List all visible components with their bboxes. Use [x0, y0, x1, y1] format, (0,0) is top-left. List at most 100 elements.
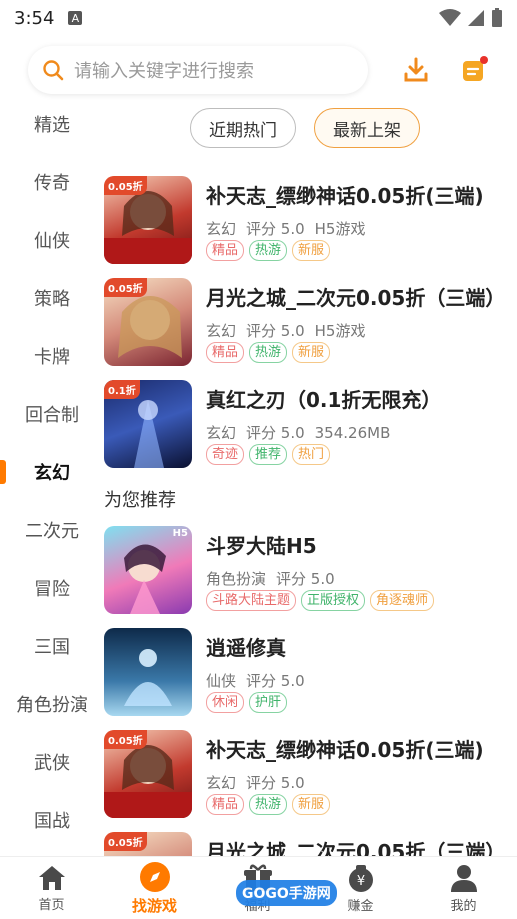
game-rating: 评分 5.0 [246, 424, 305, 442]
money-bag-icon: ¥ [348, 865, 373, 892]
filter-newest-button[interactable]: 最新上架 [314, 108, 420, 148]
sidebar-item[interactable]: 传奇 [0, 162, 104, 202]
game-rating: 评分 5.0 [246, 220, 305, 238]
tag: 精品 [206, 342, 245, 363]
nav-label: 找游戏 [131, 897, 177, 915]
game-list-item[interactable]: H5 斗罗大陆H5 角色扮演 评分 5.0 斗路大陆主题 正版授权 角逐魂师 [104, 526, 517, 618]
message-icon[interactable] [460, 54, 490, 84]
game-tags: 精品 热游 新服 [206, 240, 331, 261]
game-genre: 玄幻 [206, 424, 237, 442]
tag: 斗路大陆主题 [206, 590, 297, 611]
game-genre: 玄幻 [206, 220, 237, 238]
game-rating: 评分 5.0 [246, 672, 305, 690]
user-icon [450, 865, 477, 892]
game-list-item-partial[interactable]: 0.05折 月光之城_二次元0.05折（三端） [104, 832, 517, 856]
home-icon [38, 866, 65, 890]
recommend-section-title: 为您推荐 [104, 490, 176, 511]
game-tags: 精品 热游 新服 [206, 794, 331, 815]
discount-badge: 0.1折 [104, 380, 140, 399]
game-genre: 玄幻 [206, 774, 237, 792]
tag: 护肝 [249, 692, 288, 713]
discount-badge: 0.05折 [104, 278, 147, 297]
game-list-item[interactable]: 逍遥修真 仙侠 评分 5.0 休闲 护肝 [104, 628, 517, 720]
game-meta: 仙侠 评分 5.0 [206, 670, 315, 691]
status-time: 3:54 [14, 7, 55, 29]
tag: 热游 [249, 794, 288, 815]
game-thumbnail [104, 628, 192, 716]
game-list-item[interactable]: 0.1折 真红之刃（0.1折无限充） 玄幻 评分 5.0 354.26MB 奇迹 推… [104, 380, 517, 472]
game-tags: 休闲 护肝 [206, 692, 288, 713]
game-title: 月光之城_二次元0.05折（三端） [206, 840, 506, 856]
filter-recent-hot-button[interactable]: 近期热门 [190, 108, 296, 148]
search-input[interactable]: 请输入关键字进行搜索 [28, 46, 368, 94]
sidebar-item-active[interactable]: 玄幻 [0, 452, 104, 492]
tag: 新服 [292, 342, 331, 363]
game-info: 354.26MB [314, 424, 391, 442]
status-bar: 3:54 A [0, 0, 517, 36]
game-title: 逍遥修真 [206, 636, 286, 660]
game-rating: 评分 5.0 [276, 570, 335, 588]
svg-text:¥: ¥ [356, 874, 364, 889]
discount-badge: 0.05折 [104, 832, 147, 851]
status-right [439, 8, 503, 28]
search-placeholder: 请输入关键字进行搜索 [74, 61, 254, 82]
game-genre: 玄幻 [206, 322, 237, 340]
game-rating: 评分 5.0 [246, 774, 305, 792]
sidebar-item[interactable]: 仙侠 [0, 220, 104, 260]
sidebar-item[interactable]: 角色扮演 [0, 684, 104, 724]
sidebar-item[interactable]: 回合制 [0, 394, 104, 434]
game-title: 补天志_缥缈神话0.05折(三端) [206, 738, 484, 762]
sidebar-item[interactable]: 武侠 [0, 742, 104, 782]
tag: 热门 [292, 444, 331, 465]
game-meta: 玄幻 评分 5.0 H5游戏 [206, 320, 375, 341]
game-tags: 斗路大陆主题 正版授权 角逐魂师 [206, 590, 435, 611]
sidebar-item[interactable]: 精选 [0, 104, 104, 144]
game-tags: 精品 热游 新服 [206, 342, 331, 363]
search-row: 请输入关键字进行搜索 [0, 46, 517, 96]
game-thumbnail: H5 [104, 526, 192, 614]
game-art-icon [124, 649, 172, 706]
sidebar-item[interactable]: 二次元 [0, 510, 104, 550]
compass-icon [139, 862, 170, 892]
nav-home[interactable]: 首页 [0, 857, 103, 919]
sidebar-item[interactable]: 策略 [0, 278, 104, 318]
tag: 新服 [292, 794, 331, 815]
game-info: H5游戏 [314, 322, 366, 340]
download-icon[interactable] [402, 56, 430, 84]
nav-find-game[interactable]: 找游戏 [103, 857, 206, 919]
sidebar-item[interactable]: 国战 [0, 800, 104, 840]
game-list-item[interactable]: 0.05折 补天志_缥缈神话0.05折(三端) 玄幻 评分 5.0 H5游戏 精品 … [104, 176, 517, 268]
game-title: 真红之刃（0.1折无限充） [206, 388, 442, 412]
game-thumbnail: 0.05折 [104, 278, 192, 366]
nav-label: 首页 [38, 898, 65, 913]
nav-mine[interactable]: 我的 [412, 857, 515, 919]
game-title: 斗罗大陆H5 [206, 534, 317, 558]
game-rating: 评分 5.0 [246, 322, 305, 340]
category-sidebar: 精选 传奇 仙侠 策略 卡牌 回合制 玄幻 二次元 冒险 三国 角色扮演 武侠 … [0, 96, 104, 856]
signal-icon [468, 10, 484, 26]
watermark-logo: GOGO手游网 [236, 880, 337, 906]
tag: 热游 [249, 342, 288, 363]
notification-a-icon: A [68, 11, 83, 25]
game-title: 补天志_缥缈神话0.05折(三端) [206, 184, 484, 208]
game-list-item[interactable]: 0.05折 补天志_缥缈神话0.05折(三端) 玄幻 评分 5.0 精品 热游 新… [104, 730, 517, 822]
tag: 推荐 [249, 444, 288, 465]
tag: 精品 [206, 794, 245, 815]
sidebar-item[interactable]: 三国 [0, 626, 104, 666]
game-list-item[interactable]: 0.05折 月光之城_二次元0.05折（三端） 玄幻 评分 5.0 H5游戏 精品 … [104, 278, 517, 370]
game-thumbnail: 0.05折 [104, 832, 192, 856]
tag: 精品 [206, 240, 245, 261]
filter-tabs: 近期热门 最新上架 [190, 108, 420, 148]
tag: 热游 [249, 240, 288, 261]
sidebar-item[interactable]: 冒险 [0, 568, 104, 608]
nav-label: 赚金 [347, 899, 374, 914]
game-genre: 仙侠 [206, 672, 237, 690]
tag: 奇迹 [206, 444, 245, 465]
game-tags: 奇迹 推荐 热门 [206, 444, 331, 465]
game-genre: 角色扮演 [206, 570, 267, 588]
discount-badge: 0.05折 [104, 730, 147, 749]
game-thumbnail: 0.05折 [104, 730, 192, 818]
sidebar-item[interactable]: 卡牌 [0, 336, 104, 376]
game-meta: 玄幻 评分 5.0 354.26MB [206, 422, 400, 443]
h5-badge: H5 [172, 528, 188, 539]
